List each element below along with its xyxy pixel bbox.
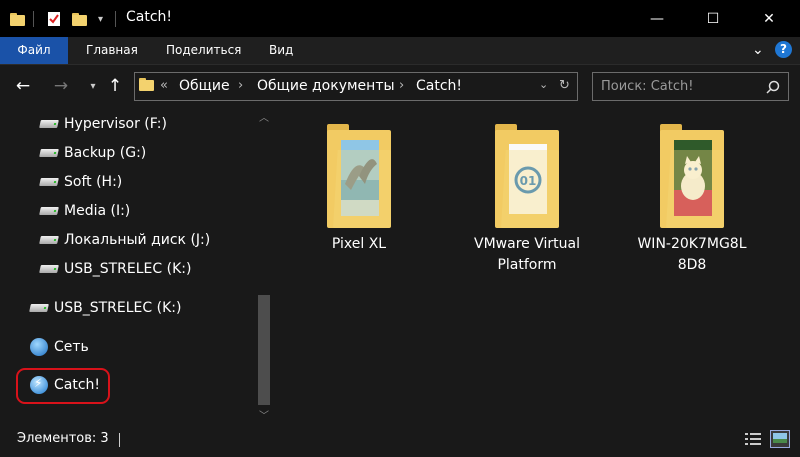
item-label-line2: 8D8 (677, 257, 707, 273)
folder-vmware-virtual-platform[interactable]: 01 VMware Virtual Platform (467, 124, 587, 276)
minimize-button[interactable]: — (634, 0, 680, 37)
scroll-up-icon[interactable]: ︿ (255, 107, 273, 125)
refresh-icon[interactable]: ↻ (559, 78, 570, 93)
folder-pixel-xl[interactable]: Pixel XL (299, 124, 419, 255)
status-bar: Элементов: 3 (0, 423, 800, 457)
sidebar-item-label: Soft (H:) (64, 174, 123, 190)
search-input[interactable]: Поиск: Catch! (601, 79, 693, 94)
recent-locations-icon[interactable]: ▾ (82, 75, 104, 97)
sidebar-item-label: USB_STRELEC (K:) (64, 261, 192, 277)
new-folder-icon[interactable] (72, 9, 87, 29)
sidebar-item-usb-strelec-root[interactable]: USB_STRELEC (K:) (29, 297, 182, 319)
separator (115, 11, 116, 27)
tab-home[interactable]: Главная (70, 37, 154, 64)
separator (119, 433, 120, 447)
close-button[interactable]: ✕ (746, 0, 792, 37)
help-icon[interactable]: ? (775, 41, 792, 58)
scroll-down-icon[interactable]: ﹀ (255, 405, 273, 423)
item-label: Pixel XL (331, 236, 387, 252)
address-bar[interactable]: « Общие › Общие документы › Catch! ⌄ ↻ (134, 72, 578, 101)
drive-icon (39, 120, 59, 128)
folder-icon (660, 124, 724, 228)
item-label: VMware Virtual Platform (467, 234, 587, 276)
window-title: Catch! (126, 9, 173, 25)
separator (33, 11, 34, 27)
folder-icon (10, 9, 25, 29)
sidebar-item-usb-strelec[interactable]: USB_STRELEC (K:) (39, 258, 192, 280)
highlight-annotation (16, 368, 110, 404)
item-count: Элементов: 3 (17, 431, 109, 446)
search-icon[interactable] (766, 80, 780, 94)
drive-icon (39, 207, 59, 215)
network-icon (30, 338, 48, 356)
up-arrow-icon[interactable]: ↑ (104, 75, 126, 97)
sidebar-item-soft[interactable]: Soft (H:) (39, 171, 123, 193)
sidebar-item-label: Media (I:) (64, 203, 131, 219)
sidebar-item-local-disk[interactable]: Локальный диск (J:) (39, 229, 211, 251)
breadcrumb-overflow[interactable]: « (160, 78, 168, 93)
drive-icon (39, 236, 59, 244)
sidebar-item-hypervisor[interactable]: Hypervisor (F:) (39, 113, 167, 135)
sidebar-item-label: USB_STRELEC (K:) (54, 300, 182, 316)
item-label: WIN-20K7MG8L 8D8 (632, 234, 752, 276)
maximize-button[interactable]: ☐ (690, 0, 736, 37)
chevron-right-icon[interactable]: › (238, 78, 243, 93)
item-label-line1: WIN-20K7MG8L (637, 236, 747, 252)
drive-icon (39, 265, 59, 273)
drive-icon (39, 149, 59, 157)
tab-view[interactable]: Вид (253, 37, 309, 64)
sidebar-item-label: Сеть (54, 339, 89, 355)
sidebar-item-media[interactable]: Media (I:) (39, 200, 131, 222)
address-folder-icon (139, 78, 154, 91)
item-label-line1: VMware Virtual (474, 236, 580, 252)
drive-icon (39, 178, 59, 186)
sidebar-item-label: Backup (G:) (64, 145, 147, 161)
back-arrow-icon[interactable]: ← (12, 75, 34, 97)
customize-toolbar-icon[interactable]: ▾ (98, 9, 103, 29)
breadcrumb-obshchie[interactable]: Общие (179, 78, 230, 94)
breadcrumb-obshchie-dokumenty[interactable]: Общие документы (257, 78, 395, 94)
ribbon-tabs: Файл Главная Поделиться Вид ⌄ ? (0, 37, 800, 65)
scroll-thumb[interactable] (258, 295, 270, 405)
search-box[interactable]: Поиск: Catch! (592, 72, 789, 101)
ribbon-expand-icon[interactable]: ⌄ (752, 42, 764, 58)
sidebar-item-label: Локальный диск (J:) (64, 232, 211, 248)
breadcrumb-catch[interactable]: Catch! (416, 78, 462, 94)
drive-icon (29, 304, 49, 312)
large-icons-view-icon[interactable] (770, 430, 790, 448)
details-view-icon[interactable] (744, 431, 762, 447)
sidebar-item-backup[interactable]: Backup (G:) (39, 142, 147, 164)
folder-icon: 01 (495, 124, 559, 228)
chevron-right-icon[interactable]: › (399, 78, 404, 93)
sidebar-item-network[interactable]: Сеть (30, 336, 89, 358)
sidebar-item-label: Hypervisor (F:) (64, 116, 167, 132)
sidebar-scrollbar[interactable]: ︿ ﹀ (255, 107, 273, 423)
properties-icon[interactable] (46, 9, 62, 29)
forward-arrow-icon[interactable]: → (50, 75, 72, 97)
folder-win-20k7mg8l8d8[interactable]: WIN-20K7MG8L 8D8 (632, 124, 752, 276)
item-label-line2: Platform (497, 257, 557, 273)
title-bar: ▾ Catch! — ☐ ✕ (0, 0, 800, 37)
folder-icon (327, 124, 391, 228)
tab-share[interactable]: Поделиться (150, 37, 257, 64)
address-dropdown-icon[interactable]: ⌄ (539, 78, 548, 91)
tab-file[interactable]: Файл (0, 37, 68, 64)
